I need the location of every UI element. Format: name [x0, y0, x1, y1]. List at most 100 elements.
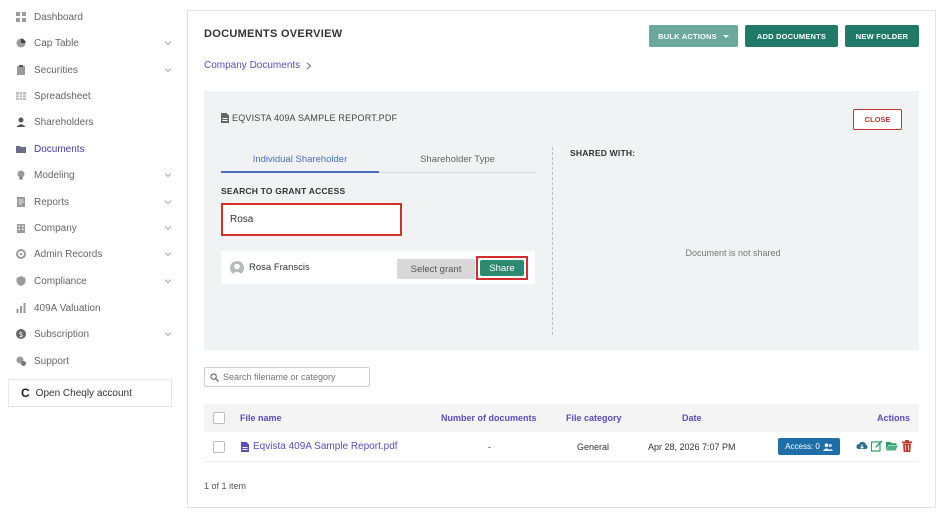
chevron-right-icon: [306, 62, 312, 69]
cell-file-category: General: [577, 442, 610, 452]
sidebar-item-subscription[interactable]: $ Subscription: [0, 323, 182, 345]
document-share-panel: EQVISTA 409A SAMPLE REPORT.PDF CLOSE Ind…: [204, 91, 919, 350]
documents-panel: DOCUMENTS OVERVIEW BULK ACTIONS ADD DOCU…: [187, 10, 936, 508]
grant-access-search-input[interactable]: [221, 203, 402, 236]
report-icon: [16, 197, 26, 207]
file-title: EQVISTA 409A SAMPLE REPORT.PDF: [221, 113, 397, 123]
select-grant-button[interactable]: Select grant: [397, 259, 475, 279]
sidebar-item-label: Shareholders: [34, 116, 94, 128]
admin-icon: [16, 249, 26, 259]
cell-date: Apr 28, 2026 7:07 PM: [648, 442, 736, 452]
add-documents-button[interactable]: ADD DOCUMENTS: [745, 25, 838, 47]
sidebar-item-label: 409A Valuation: [34, 302, 101, 314]
caret-down-icon: [722, 34, 729, 38]
sidebar-item-label: Reports: [34, 196, 70, 208]
panel-divider: [552, 147, 553, 335]
chevron-down-icon: [164, 277, 172, 285]
building-icon: [16, 223, 26, 233]
user-icon: [16, 117, 26, 127]
file-search[interactable]: [204, 367, 370, 387]
open-cheqly-account-label: Open Cheqly account: [35, 387, 132, 399]
sidebar-item-support[interactable]: Support: [0, 350, 182, 372]
pie-chart-icon: [16, 38, 26, 48]
select-all-checkbox[interactable]: [213, 412, 225, 424]
share-button[interactable]: Share: [480, 260, 524, 276]
open-cheqly-account-button[interactable]: C Open Cheqly account: [8, 379, 172, 407]
sidebar-item-company[interactable]: Company: [0, 217, 182, 239]
sidebar-item-label: Support: [34, 355, 70, 367]
search-grant-label: SEARCH TO GRANT ACCESS: [221, 186, 346, 196]
sidebar-item-reports[interactable]: Reports: [0, 191, 182, 213]
bulk-actions-button[interactable]: BULK ACTIONS: [649, 25, 738, 47]
sidebar-item-documents[interactable]: Documents: [0, 138, 182, 160]
access-count: Access: 0: [785, 442, 820, 451]
pagination-info: 1 of 1 item: [204, 481, 247, 491]
sidebar-item-admin-records[interactable]: Admin Records: [0, 243, 182, 265]
pdf-file-icon: [221, 113, 229, 123]
search-icon: [210, 372, 219, 382]
sidebar-item-409a-valuation[interactable]: 409A Valuation: [0, 297, 182, 319]
chevron-down-icon: [164, 39, 172, 47]
sidebar: Dashboard Cap Table Securities Spreadshe…: [0, 0, 182, 513]
new-folder-button[interactable]: NEW FOLDER: [845, 25, 919, 47]
col-date[interactable]: Date: [682, 413, 702, 423]
file-name-link[interactable]: Eqvista 409A Sample Report.pdf: [241, 441, 398, 452]
sidebar-item-label: Company: [34, 222, 77, 234]
sidebar-item-securities[interactable]: Securities: [0, 59, 182, 81]
files-table-header: File name Number of documents File categ…: [204, 404, 919, 432]
col-file-category[interactable]: File category: [566, 413, 622, 423]
col-number-of-documents[interactable]: Number of documents: [441, 413, 537, 423]
close-button[interactable]: CLOSE: [853, 109, 902, 130]
sidebar-item-label: Spreadsheet: [34, 90, 91, 102]
sidebar-item-label: Admin Records: [34, 248, 103, 260]
sidebar-item-modeling[interactable]: Modeling: [0, 164, 182, 186]
sidebar-item-compliance[interactable]: Compliance: [0, 270, 182, 292]
chevron-down-icon: [164, 198, 172, 206]
sidebar-item-cap-table[interactable]: Cap Table: [0, 32, 182, 54]
sidebar-item-label: Modeling: [34, 169, 75, 181]
page-title: DOCUMENTS OVERVIEW: [204, 28, 343, 40]
cell-number-of-documents: -: [488, 442, 491, 452]
sidebar-item-spreadsheet[interactable]: Spreadsheet: [0, 85, 182, 107]
user-avatar-icon: [232, 263, 242, 275]
tab-individual-shareholder[interactable]: Individual Shareholder: [221, 147, 379, 173]
breadcrumb[interactable]: Company Documents: [204, 60, 312, 71]
bulk-actions-label: BULK ACTIONS: [658, 31, 717, 41]
support-icon: [16, 356, 26, 366]
lightbulb-icon: [16, 170, 26, 180]
chevron-down-icon: [164, 171, 172, 179]
users-icon: [822, 442, 833, 451]
dollar-icon: $: [16, 329, 26, 339]
sidebar-item-label: Cap Table: [34, 37, 79, 49]
chevron-down-icon: [164, 250, 172, 258]
breadcrumb-company-documents: Company Documents: [204, 60, 301, 71]
shareholder-name: Rosa Franscis: [249, 262, 310, 273]
file-title-text: EQVISTA 409A SAMPLE REPORT.PDF: [232, 113, 398, 123]
sidebar-item-dashboard[interactable]: Dashboard: [0, 6, 182, 28]
chevron-down-icon: [164, 66, 172, 74]
chevron-down-icon: [164, 224, 172, 232]
sidebar-item-label: Subscription: [34, 328, 90, 340]
tab-shareholder-type[interactable]: Shareholder Type: [379, 147, 536, 173]
shared-with-label: SHARED WITH:: [570, 148, 636, 158]
file-search-input[interactable]: [223, 372, 363, 382]
col-file-name[interactable]: File name: [240, 413, 282, 423]
sidebar-item-label: Dashboard: [34, 11, 83, 23]
folder-icon: [16, 144, 26, 154]
grid-icon: [16, 91, 26, 101]
col-actions: Actions: [877, 413, 911, 423]
svg-text:$: $: [19, 330, 24, 339]
chevron-down-icon: [164, 330, 172, 338]
edit-icon[interactable]: [870, 440, 883, 452]
pdf-file-icon: [241, 441, 249, 452]
row-checkbox[interactable]: [213, 441, 225, 453]
clipboard-icon: [16, 65, 26, 75]
access-badge-button[interactable]: Access: 0: [778, 438, 840, 455]
cheqly-logo-icon: C: [21, 386, 30, 400]
file-name-text: Eqvista 409A Sample Report.pdf: [253, 441, 398, 452]
download-cloud-icon[interactable]: [856, 440, 868, 452]
trash-icon[interactable]: [901, 440, 913, 452]
bar-chart-icon: [16, 303, 26, 313]
sidebar-item-shareholders[interactable]: Shareholders: [0, 111, 182, 133]
folder-open-icon[interactable]: [886, 440, 898, 452]
